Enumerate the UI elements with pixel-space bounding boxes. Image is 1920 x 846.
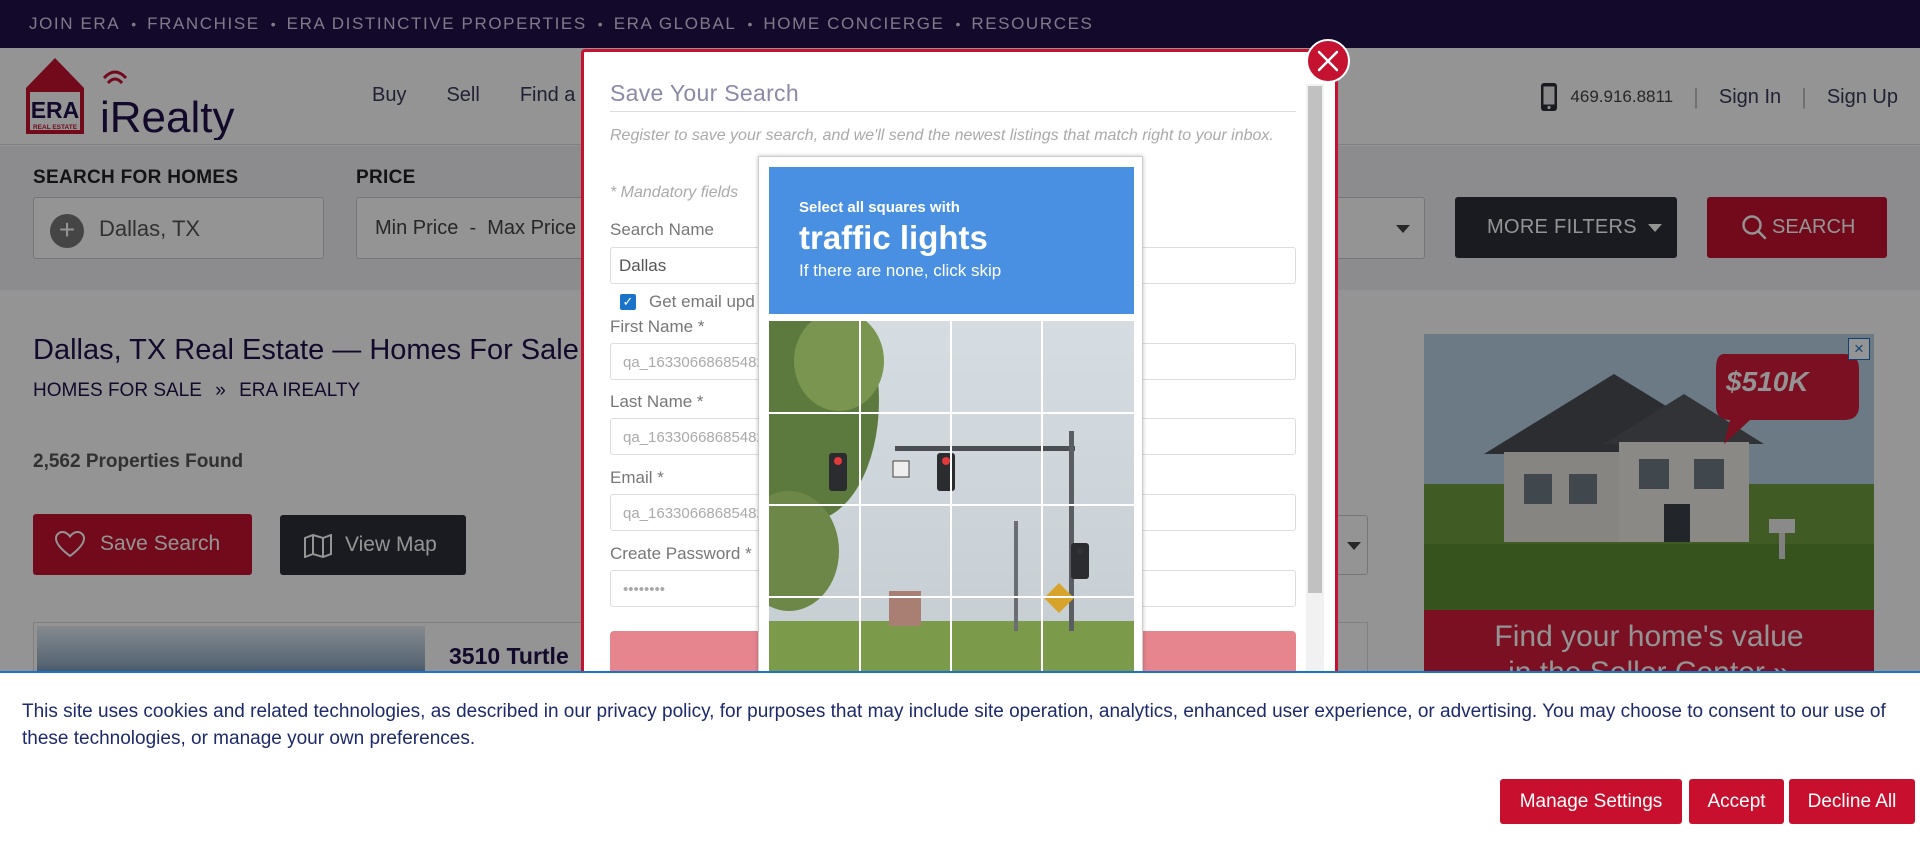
last-name-label: Last Name * <box>610 392 704 411</box>
email-updates-checkbox[interactable]: ✓ <box>620 294 636 310</box>
last-name-value: qa_16330668685482 <box>623 429 765 446</box>
captcha-skip-hint: If there are none, click skip <box>799 261 1002 280</box>
captcha-image-grid[interactable] <box>769 321 1134 689</box>
captcha-target: traffic lights <box>799 219 988 256</box>
first-name-value: qa_16330668685482 <box>623 354 765 371</box>
modal-close-button[interactable] <box>1306 39 1350 83</box>
cookie-message: This site uses cookies and related techn… <box>22 701 1886 749</box>
accept-button[interactable]: Accept <box>1689 779 1784 824</box>
captcha-header: Select all squares with traffic lights I… <box>769 167 1134 314</box>
modal-intro: Register to save your search, and we'll … <box>610 127 1274 144</box>
captcha-challenge: Select all squares with traffic lights I… <box>758 156 1143 696</box>
modal-scrollbar-thumb[interactable] <box>1308 86 1322 593</box>
password-value: •••••••• <box>623 581 666 598</box>
decline-all-button[interactable]: Decline All <box>1789 779 1915 824</box>
first-name-label: First Name * <box>610 317 705 336</box>
modal-divider <box>610 111 1296 112</box>
captcha-instruction: Select all squares with <box>799 199 960 216</box>
search-name-label: Search Name <box>610 220 714 239</box>
email-label: Email * <box>610 468 664 487</box>
close-icon <box>1317 50 1339 72</box>
mandatory-note: * Mandatory fields <box>610 184 739 201</box>
manage-settings-button[interactable]: Manage Settings <box>1500 779 1682 824</box>
password-label: Create Password * <box>610 544 752 563</box>
search-name-value: Dallas <box>619 256 667 275</box>
email-value: qa_16330668685482 <box>623 505 765 522</box>
email-updates-label: Get email upd <box>649 292 755 311</box>
modal-title: Save Your Search <box>610 80 799 106</box>
